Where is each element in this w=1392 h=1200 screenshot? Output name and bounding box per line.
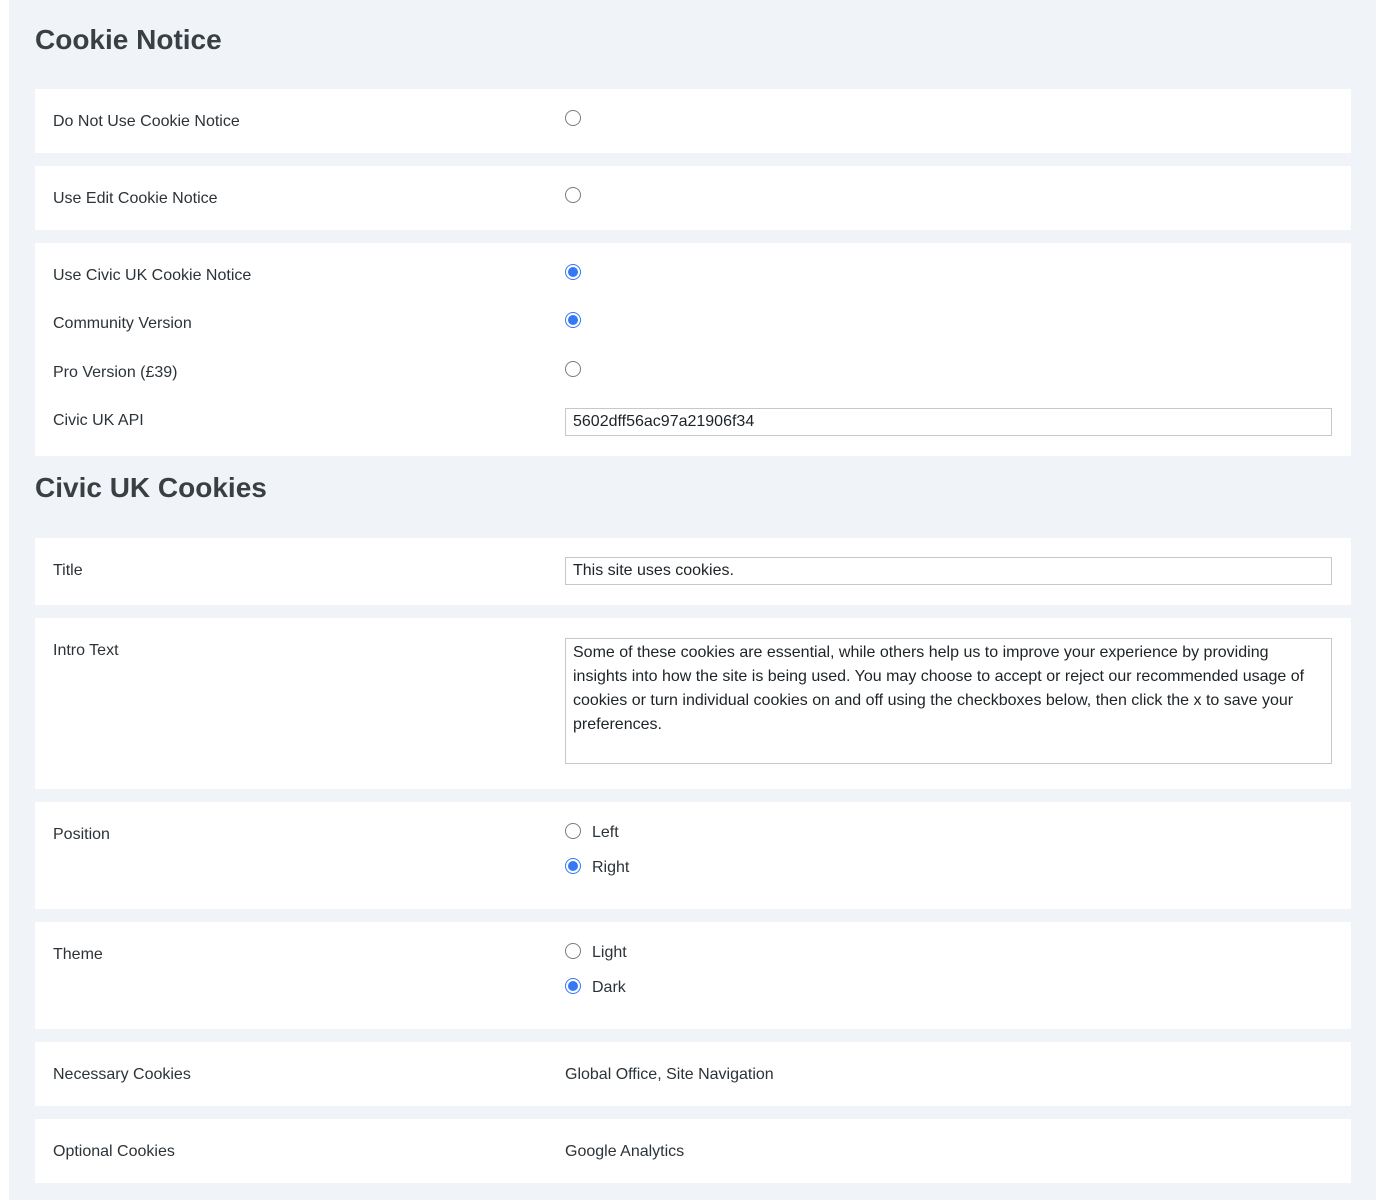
theme-light-label[interactable]: Light: [592, 944, 627, 962]
intro-text-label: Intro Text: [53, 642, 119, 659]
do-not-use-cookie-notice-radio[interactable]: [565, 110, 581, 126]
pro-version-label: Pro Version (£39): [53, 364, 178, 381]
community-version-label: Community Version: [53, 315, 192, 332]
necessary-cookies-value: Global Office, Site Navigation: [565, 1066, 774, 1083]
settings-page: Cookie Notice Do Not Use Cookie Notice U…: [9, 0, 1376, 1200]
civic-uk-api-label: Civic UK API: [53, 412, 144, 429]
civic-uk-settings-panel: Use Civic UK Cookie Notice Community Ver…: [35, 243, 1351, 456]
do-not-use-cookie-notice-row: Do Not Use Cookie Notice: [35, 89, 1351, 153]
position-left-radio[interactable]: [565, 823, 581, 839]
use-civic-uk-cookie-notice-radio[interactable]: [565, 264, 581, 280]
theme-label: Theme: [53, 946, 103, 963]
position-row: Position Left Right: [35, 802, 1351, 909]
necessary-cookies-label: Necessary Cookies: [53, 1066, 191, 1083]
title-input[interactable]: [565, 557, 1332, 585]
theme-light-radio[interactable]: [565, 943, 581, 959]
civic-uk-cookies-heading: Civic UK Cookies: [35, 472, 267, 503]
optional-cookies-value: Google Analytics: [565, 1143, 685, 1160]
necessary-cookies-row: Necessary Cookies Global Office, Site Na…: [35, 1042, 1351, 1106]
theme-dark-radio[interactable]: [565, 978, 581, 994]
position-right-label[interactable]: Right: [592, 859, 629, 877]
optional-cookies-row: Optional Cookies Google Analytics: [35, 1119, 1351, 1183]
optional-cookies-label: Optional Cookies: [53, 1143, 175, 1160]
position-right-radio[interactable]: [565, 858, 581, 874]
intro-text-textarea[interactable]: Some of these cookies are essential, whi…: [565, 638, 1332, 764]
theme-dark-label[interactable]: Dark: [592, 979, 626, 997]
pro-version-radio[interactable]: [565, 361, 581, 377]
use-edit-cookie-notice-label: Use Edit Cookie Notice: [53, 190, 218, 207]
do-not-use-cookie-notice-label: Do Not Use Cookie Notice: [53, 113, 240, 130]
use-edit-cookie-notice-radio[interactable]: [565, 187, 581, 203]
title-label: Title: [53, 562, 83, 579]
community-version-radio[interactable]: [565, 312, 581, 328]
position-label: Position: [53, 826, 110, 843]
cookie-notice-heading: Cookie Notice: [35, 24, 222, 55]
use-edit-cookie-notice-row: Use Edit Cookie Notice: [35, 166, 1351, 230]
civic-uk-api-input[interactable]: [565, 408, 1332, 436]
title-row: Title: [35, 538, 1351, 605]
position-left-label[interactable]: Left: [592, 824, 619, 842]
theme-row: Theme Light Dark: [35, 922, 1351, 1029]
use-civic-uk-cookie-notice-label: Use Civic UK Cookie Notice: [53, 267, 252, 284]
intro-text-row: Intro Text Some of these cookies are ess…: [35, 618, 1351, 789]
